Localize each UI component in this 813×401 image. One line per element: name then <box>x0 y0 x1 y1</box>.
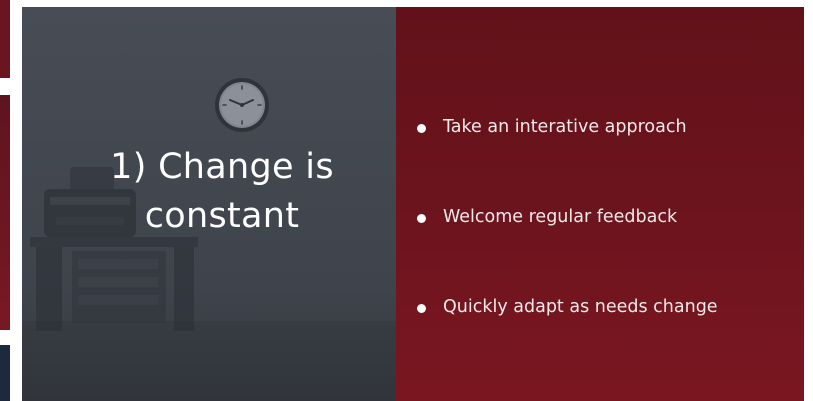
bullet-dot-icon <box>417 214 426 223</box>
slide-title: 1) Change is constant <box>62 143 382 241</box>
bullet-dot-icon <box>417 304 426 313</box>
adjacent-thumbnail[interactable] <box>0 345 10 401</box>
adjacent-thumbnails-strip <box>0 0 14 401</box>
title-line-1: 1) Change is <box>110 147 334 187</box>
adjacent-thumbnail[interactable] <box>0 95 10 330</box>
slide-right-panel <box>396 7 804 401</box>
bullet-text: Welcome regular feedback <box>443 207 678 227</box>
clock-icon <box>215 78 269 132</box>
bullet-text: Take an interative approach <box>443 117 687 137</box>
slide-left-panel: 1) Change is constant <box>22 7 396 401</box>
title-line-2: constant <box>144 196 300 236</box>
bullet-dot-icon <box>417 124 426 133</box>
presentation-slide: 1) Change is constant <box>22 7 804 401</box>
bullet-text: Quickly adapt as needs change <box>443 297 718 317</box>
adjacent-thumbnail[interactable] <box>0 0 10 78</box>
